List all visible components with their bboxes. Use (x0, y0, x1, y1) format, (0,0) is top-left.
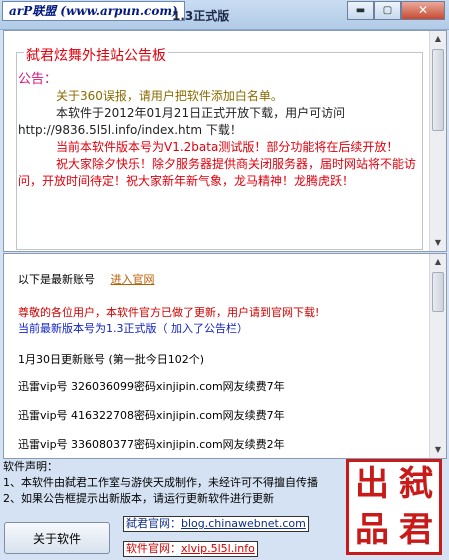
minimize-button[interactable]: ▬ (347, 1, 374, 20)
scroll-down-arrow-icon[interactable]: ▼ (430, 442, 446, 458)
title-bar: arP联盟 (www.arpun.com) 1.3正式版 ▬ ▢ ✕ (0, 0, 449, 30)
accounts-scrollbar[interactable]: ▲ ▼ (429, 254, 446, 458)
blog-link-label: 弑君官网： (126, 517, 181, 530)
window-controls: ▬ ▢ ✕ (347, 1, 445, 20)
blog-link[interactable]: 弑君官网：blog.chinawebnet.com (123, 516, 309, 532)
notice-line: 当前本软件版本号为V1.2bata测试版！部分功能将在后续开放！ (56, 140, 399, 154)
brand-logo: arP联盟 (www.arpun.com) (2, 1, 185, 21)
notice-line: 本软件于2012年01月21日正式开放下载，用户可访问 (56, 106, 346, 120)
window-title: 1.3正式版 (172, 9, 230, 23)
accounts-panel: 以下是最新账号 进入官网 尊敬的各位用户，本软件官方已做了更新，用户请到官网下载… (3, 253, 447, 459)
studio-seal: 弑 君 出 品 (346, 459, 442, 555)
official-site-link[interactable]: 进入官网 (111, 273, 155, 286)
about-software-button[interactable]: 关于软件 (4, 522, 110, 554)
declaration-title: 软件声明： (3, 460, 58, 473)
scroll-up-arrow-icon[interactable]: ▲ (430, 31, 446, 47)
account-item: 迅雷vip号 416322708密码xinjipin.com网友续费7年 (18, 409, 285, 422)
date-line: 1月30日更新账号 (第一批今日102个) (18, 353, 205, 366)
scroll-thumb[interactable] (432, 272, 444, 312)
seal-char: 出 (355, 464, 389, 504)
latest-accounts-row: 以下是最新账号 进入官网 (18, 271, 155, 287)
notice-line: 关于360误报，请用户把软件添加白名单。 (56, 89, 283, 103)
close-button[interactable]: ✕ (401, 1, 445, 20)
scroll-thumb[interactable] (432, 49, 444, 131)
notice-line: http://9836.5l5l.info/index.htm 下载！ (18, 123, 242, 137)
update-notice: 尊敬的各位用户，本软件官方已做了更新，用户请到官网下载! (18, 306, 320, 319)
site-link[interactable]: 软件官网：xlvip.5l5l.info (123, 541, 258, 557)
seal-char: 弑 (399, 464, 433, 504)
notice-board: 弑君炫舞外挂站公告板 公告： 关于360误报，请用户把软件添加白名单。 本软件于… (3, 30, 447, 252)
declaration-item: 1、本软件由弑君工作室与游侠天成制作，未经许可不得擅自传播 (3, 476, 318, 489)
seal-char: 君 (399, 510, 433, 550)
scroll-down-arrow-icon[interactable]: ▼ (430, 235, 446, 251)
account-item: 迅雷vip号 336080377密码xinjipin.com网友续费2年 (18, 438, 285, 451)
notice-scrollbar[interactable]: ▲ ▼ (429, 31, 446, 251)
notice-line: 祝大家除夕快乐！除夕服务器提供商关闭服务器，届时网站将不能访问，开放时间待定！祝… (18, 157, 417, 188)
declaration-item: 2、如果公告框提示出新版本，请运行更新软件进行更新 (3, 492, 274, 505)
notice-heading: 公告： (18, 72, 58, 87)
site-link-label: 软件官网： (126, 542, 181, 555)
software-declaration: 软件声明： 1、本软件由弑君工作室与游侠天成制作，未经许可不得擅自传播 2、如果… (3, 459, 318, 507)
blog-link-url[interactable]: blog.chinawebnet.com (181, 517, 306, 530)
site-link-url[interactable]: xlvip.5l5l.info (181, 542, 255, 555)
maximize-button[interactable]: ▢ (374, 1, 401, 20)
version-line: 当前最新版本号为1.3正式版（ 加入了公告栏） (18, 322, 248, 335)
notice-group-title: 弑君炫舞外挂站公告板 (24, 45, 168, 65)
latest-accounts-label: 以下是最新账号 (18, 273, 95, 286)
scroll-up-arrow-icon[interactable]: ▲ (430, 254, 446, 270)
seal-char: 品 (355, 510, 389, 550)
notice-content: 公告： 关于360误报，请用户把软件添加白名单。 本软件于2012年01月21日… (18, 71, 418, 190)
account-item: 迅雷vip号 326036099密码xinjipin.com网友续费7年 (18, 380, 285, 393)
